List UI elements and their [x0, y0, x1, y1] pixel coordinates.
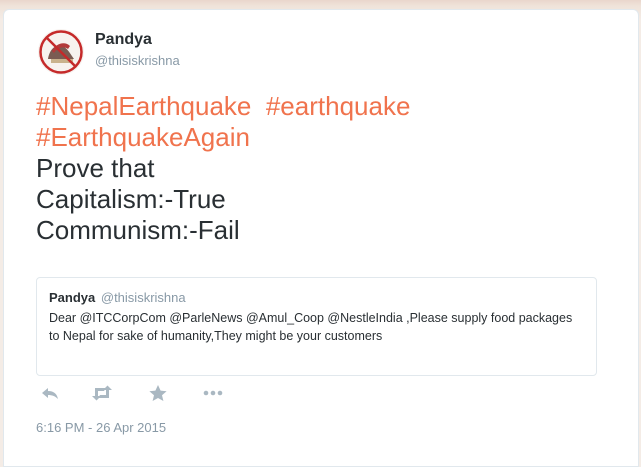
tweet-body-line: Communism:-Fail: [36, 215, 240, 245]
tweet-hashtag-line-2: #EarthquakeAgain: [36, 122, 596, 153]
quoted-tweet-header: Pandya @thisiskrishna: [49, 290, 584, 305]
favorite-icon: [149, 385, 167, 401]
reply-button[interactable]: [40, 384, 60, 402]
avatar[interactable]: [38, 29, 84, 75]
tweet-body-line: Prove that: [36, 153, 155, 183]
author-display-name[interactable]: Pandya: [95, 31, 180, 49]
author-handle[interactable]: @thisiskrishna: [95, 53, 180, 68]
more-icon: [203, 390, 223, 396]
retweet-icon: [92, 385, 112, 401]
favorite-button[interactable]: [148, 384, 168, 402]
tweet-text: #NepalEarthquake #earthquake #Earthquake…: [36, 91, 596, 246]
hashtag-link[interactable]: #NepalEarthquake: [36, 91, 251, 121]
quoted-tweet[interactable]: Pandya @thisiskrishna Dear @ITCCorpCom @…: [36, 277, 597, 376]
tweet-body-line: Capitalism:-True: [36, 184, 226, 214]
quoted-handle: @thisiskrishna: [100, 290, 186, 305]
retweet-button[interactable]: [91, 384, 113, 402]
quoted-tweet-text: Dear @ITCCorpCom @ParleNews @Amul_Coop @…: [49, 311, 573, 343]
tweet-timestamp[interactable]: 6:16 PM - 26 Apr 2015: [36, 420, 166, 435]
reply-icon: [42, 388, 58, 399]
hashtag-link[interactable]: #EarthquakeAgain: [36, 122, 250, 152]
more-button[interactable]: [202, 384, 224, 402]
quoted-display-name: Pandya: [49, 290, 96, 305]
user-info: Pandya @thisiskrishna: [95, 31, 180, 68]
avatar-image: [39, 30, 83, 74]
tweet-hashtag-line-1: #NepalEarthquake #earthquake: [36, 91, 596, 122]
hashtag-link[interactable]: #earthquake: [266, 91, 411, 121]
